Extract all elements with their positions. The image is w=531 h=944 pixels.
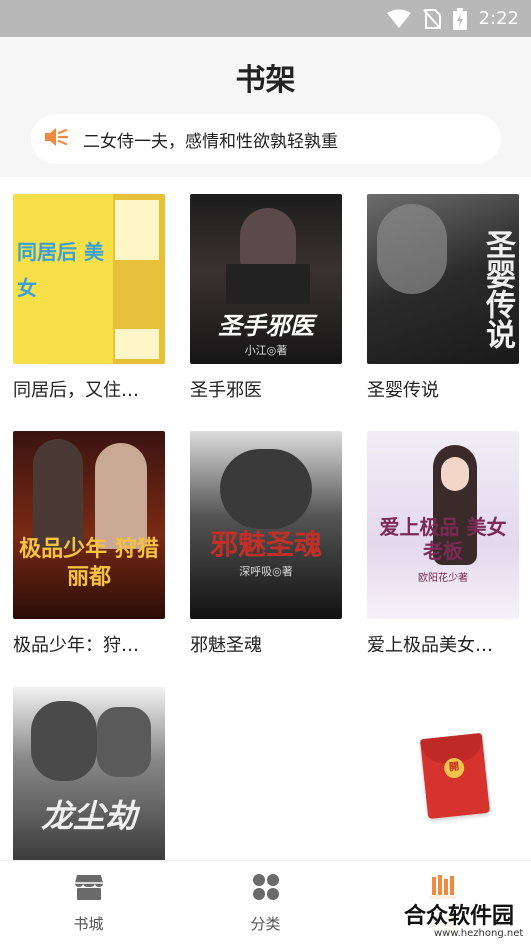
book-title: 圣婴传说	[367, 380, 439, 401]
tab-bookstore[interactable]: 书城	[0, 861, 177, 944]
book-item[interactable]: 爱上极品 美女老板 欧阳花少著 爱上极品美女…	[367, 431, 519, 657]
watermark-url: www.hezhong.net	[434, 928, 524, 939]
book-item[interactable]: 圣手邪医 小江◎著 圣手邪医	[190, 194, 342, 402]
book-item[interactable]: 极品少年 狩猎丽都 极品少年：狩…	[13, 431, 165, 657]
header: 书架 二女侍一夫，感情和性欲孰轻孰重	[0, 37, 531, 177]
cover-author: 欧阳花少著	[418, 573, 468, 584]
book-item[interactable]: 圣婴传说 圣婴传说	[367, 194, 519, 402]
notice-text: 二女侍一夫，感情和性欲孰轻孰重	[83, 131, 338, 152]
store-icon	[74, 873, 104, 905]
red-packet-button[interactable]: 開	[419, 732, 491, 820]
book-title: 爱上极品美女…	[367, 635, 493, 656]
wifi-icon	[386, 9, 411, 29]
page-title: 书架	[235, 63, 296, 98]
cover-title: 邪魅圣魂	[209, 528, 322, 561]
status-time: 2:22	[478, 8, 519, 29]
tab-label: 分类	[250, 915, 281, 933]
tab-category[interactable]: 分类	[177, 861, 354, 944]
status-bar: 2:22	[0, 0, 531, 37]
speaker-icon	[43, 125, 69, 153]
cover-author: 深呼吸◎著	[239, 565, 293, 578]
book-title: 邪魅圣魂	[190, 635, 262, 656]
book-cover[interactable]: 同居后 美女	[13, 194, 165, 364]
tab-label: 书城	[73, 915, 104, 933]
notice-banner[interactable]: 二女侍一夫，感情和性欲孰轻孰重	[31, 114, 501, 164]
book-cover[interactable]: 龙尘劫	[13, 687, 165, 863]
book-title: 极品少年：狩…	[13, 635, 139, 656]
cover-title: 圣手邪医	[218, 311, 314, 340]
cover-author: 小江◎著	[244, 344, 288, 357]
book-cover[interactable]: 极品少年 狩猎丽都	[13, 431, 165, 619]
book-title: 同居后，又住…	[13, 380, 139, 401]
book-cover[interactable]: 圣婴传说	[367, 194, 519, 364]
battery-charging-icon	[452, 7, 467, 30]
watermark: 合众软件园 www.hezhong.net	[400, 896, 531, 944]
book-item[interactable]: 邪魅圣魂 深呼吸◎著 邪魅圣魂	[190, 431, 342, 657]
book-title: 圣手邪医	[190, 380, 262, 401]
book-cover[interactable]: 爱上极品 美女老板 欧阳花少著	[367, 431, 519, 619]
book-item[interactable]: 同居后 美女 同居后，又住…	[13, 194, 165, 402]
watermark-text: 合众软件园	[404, 904, 515, 929]
no-sim-icon	[422, 8, 441, 29]
cover-title: 爱上极品 美女老板	[379, 515, 507, 563]
cover-title: 龙尘劫	[40, 797, 137, 835]
book-item[interactable]: 龙尘劫	[13, 687, 165, 863]
cover-title: 圣婴传说	[480, 229, 515, 349]
cover-title: 极品少年 狩猎丽都	[19, 536, 159, 590]
cover-title: 同居后 美女	[17, 240, 104, 300]
book-cover[interactable]: 圣手邪医 小江◎著	[190, 194, 342, 364]
book-cover[interactable]: 邪魅圣魂 深呼吸◎著	[190, 431, 342, 619]
category-icon	[252, 873, 280, 905]
